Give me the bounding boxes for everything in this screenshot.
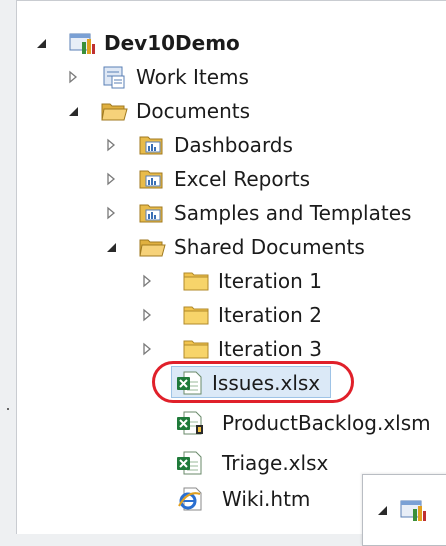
red-annotation-ellipse <box>152 361 354 403</box>
tree-node-wiki-htm[interactable]: Wiki.htm <box>176 484 310 514</box>
tree-node-label: Iteration 3 <box>218 337 322 361</box>
tree-node-work-items[interactable]: Work Items <box>64 62 249 92</box>
work-items-icon <box>100 64 128 90</box>
tree-node-label: Iteration 1 <box>218 269 322 293</box>
tree-node-label: Dashboards <box>174 133 293 157</box>
team-project-icon <box>399 497 427 523</box>
collapsed-arrow-icon[interactable] <box>102 170 120 188</box>
overlapping-window <box>362 474 446 546</box>
ie-html-file-icon <box>176 486 204 512</box>
expanded-arrow-icon[interactable] <box>32 34 50 52</box>
tree-node-excel-reports[interactable]: Excel Reports <box>102 164 310 194</box>
team-project-icon <box>68 30 96 56</box>
tree-node-label: Wiki.htm <box>222 487 311 511</box>
collapsed-arrow-icon[interactable] <box>102 204 120 222</box>
tree-node-label: ProductBacklog.xlsm <box>222 411 431 435</box>
sharepoint-folder-icon <box>138 166 166 192</box>
collapsed-arrow-icon[interactable] <box>138 340 156 358</box>
folder-icon <box>182 302 210 328</box>
tree-node-dashboards[interactable]: Dashboards <box>102 130 293 160</box>
expanded-arrow-icon[interactable] <box>102 238 120 256</box>
tree-node-documents[interactable]: Documents <box>64 96 250 126</box>
tree-node-label: Documents <box>136 99 251 123</box>
tree-node-samples-and-templates[interactable]: Samples and Templates <box>102 198 411 228</box>
folder-icon <box>182 336 210 362</box>
collapsed-arrow-icon[interactable] <box>138 306 156 324</box>
folder-open-icon <box>138 234 166 260</box>
excel-file-icon <box>176 450 204 476</box>
sharepoint-folder-icon <box>138 200 166 226</box>
tree-node-dev10demo[interactable]: Dev10Demo <box>32 28 240 58</box>
tree-node-label: Shared Documents <box>174 235 365 259</box>
tree-node-iteration-1[interactable]: Iteration 1 <box>138 266 322 296</box>
tree-node-shared-documents[interactable]: Shared Documents <box>102 232 365 262</box>
tree-node-label: Work Items <box>136 65 249 89</box>
tree-node-label: Triage.xlsx <box>222 451 329 475</box>
tree-node-label: Iteration 2 <box>218 303 322 327</box>
tree-node-iteration-3[interactable]: Iteration 3 <box>138 334 322 364</box>
collapsed-arrow-icon[interactable] <box>138 272 156 290</box>
expanded-arrow-icon[interactable] <box>373 501 391 519</box>
tree-node-iteration-2[interactable]: Iteration 2 <box>138 300 322 330</box>
mini-tree-node[interactable] <box>373 497 435 523</box>
folder-open-icon <box>100 98 128 124</box>
sharepoint-folder-icon <box>138 132 166 158</box>
tree-node-triage-xlsx[interactable]: Triage.xlsx <box>176 448 328 478</box>
collapsed-arrow-icon[interactable] <box>102 136 120 154</box>
tree-node-label: Excel Reports <box>174 167 311 191</box>
folder-icon <box>182 268 210 294</box>
tree-node-productbacklog-xlsm[interactable]: ProductBacklog.xlsm <box>176 408 431 438</box>
expanded-arrow-icon[interactable] <box>64 102 82 120</box>
stray-dot <box>7 408 9 410</box>
tree-node-label: Dev10Demo <box>104 31 240 55</box>
excel-macro-file-icon <box>176 410 204 436</box>
collapsed-arrow-icon[interactable] <box>64 68 82 86</box>
tree-node-label: Samples and Templates <box>174 201 412 225</box>
